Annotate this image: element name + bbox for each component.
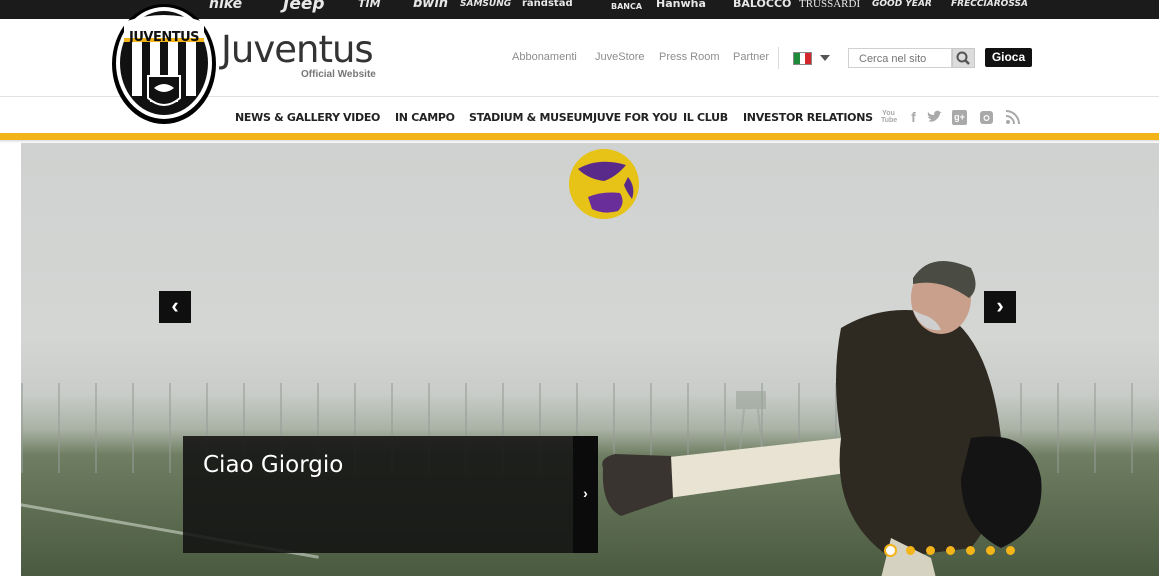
sponsor-samsung[interactable]: SAMSUNG	[460, 0, 511, 9]
sponsor-goodyear[interactable]: GOOD YEAR	[872, 0, 932, 9]
search-icon	[956, 51, 970, 65]
hero-slider[interactable]: Ciao Giorgio ›	[21, 143, 1159, 576]
slider-dot-7[interactable]	[1006, 545, 1015, 555]
search-button[interactable]	[952, 48, 975, 68]
facebook-icon[interactable]: f	[906, 110, 921, 125]
nav-in-campo[interactable]: IN CAMPO	[395, 111, 455, 124]
italian-flag-icon[interactable]	[793, 52, 812, 65]
sponsor-jeep[interactable]: Jeep	[283, 0, 325, 13]
slider-pagination	[884, 542, 1026, 558]
language-dropdown-caret-icon[interactable]	[820, 55, 830, 61]
slide-caption-title[interactable]: Ciao Giorgio	[203, 452, 343, 478]
rss-icon[interactable]	[1005, 110, 1020, 125]
twitter-icon[interactable]	[927, 110, 942, 125]
football-ball	[569, 149, 639, 219]
slider-next-button[interactable]: ›	[984, 291, 1016, 323]
sponsor-randstad[interactable]: randstad	[522, 0, 573, 9]
caption-more-arrow-icon[interactable]: ›	[573, 436, 598, 553]
nav-video[interactable]: VIDEO	[343, 111, 380, 124]
sponsor-balocco[interactable]: BALOCCO	[733, 0, 791, 9]
nav-juve-for-you[interactable]: JUVE FOR YOU	[593, 111, 678, 124]
slider-dot-6[interactable]	[986, 545, 995, 555]
nav-stadium-museum[interactable]: STADIUM & MUSEUM	[469, 111, 593, 124]
brand-title[interactable]: Juventus	[221, 28, 374, 72]
slider-dot-2[interactable]	[906, 545, 915, 555]
link-press-room[interactable]: Press Room	[659, 51, 720, 63]
sponsor-banca[interactable]: BANCA	[611, 0, 642, 14]
crest-text: JUVENTUS	[128, 30, 200, 45]
link-partner[interactable]: Partner	[733, 51, 769, 63]
link-juvestore[interactable]: JuveStore	[595, 51, 645, 63]
nav-investor-relations[interactable]: INVESTOR RELATIONS	[743, 111, 873, 124]
sponsor-frecciarossa[interactable]: FRECCIAROSSA	[951, 0, 1028, 9]
slider-dot-1[interactable]	[884, 543, 897, 557]
slide-caption-box[interactable]: Ciao Giorgio ›	[183, 436, 598, 553]
google-plus-icon[interactable]: g+	[952, 110, 967, 125]
juventus-crest-logo[interactable]	[104, 0, 222, 126]
sponsor-trussardi[interactable]: TRUSSARDI	[799, 0, 860, 10]
accent-stripe	[0, 133, 1159, 140]
slider-prev-button[interactable]: ‹	[159, 291, 191, 323]
brand-subtitle: Official Website	[301, 69, 376, 80]
link-abbonamenti[interactable]: Abbonamenti	[512, 51, 577, 63]
nav-il-club[interactable]: IL CLUB	[683, 111, 728, 124]
instagram-icon[interactable]	[979, 110, 994, 125]
slider-dot-5[interactable]	[966, 545, 975, 555]
sponsor-tim[interactable]: TIM	[358, 0, 381, 9]
search-input[interactable]	[848, 48, 952, 68]
sponsor-bwin[interactable]: bwin	[413, 0, 448, 10]
top-links-divider	[778, 47, 779, 69]
slider-dot-3[interactable]	[926, 545, 935, 555]
slider-dot-4[interactable]	[946, 545, 955, 555]
sponsor-hanwha[interactable]: Hanwha	[656, 0, 706, 9]
youtube-icon[interactable]: You Tube	[881, 110, 897, 125]
nav-news-gallery[interactable]: NEWS & GALLERY	[235, 111, 340, 124]
gioca-button[interactable]: Gioca	[985, 48, 1032, 67]
